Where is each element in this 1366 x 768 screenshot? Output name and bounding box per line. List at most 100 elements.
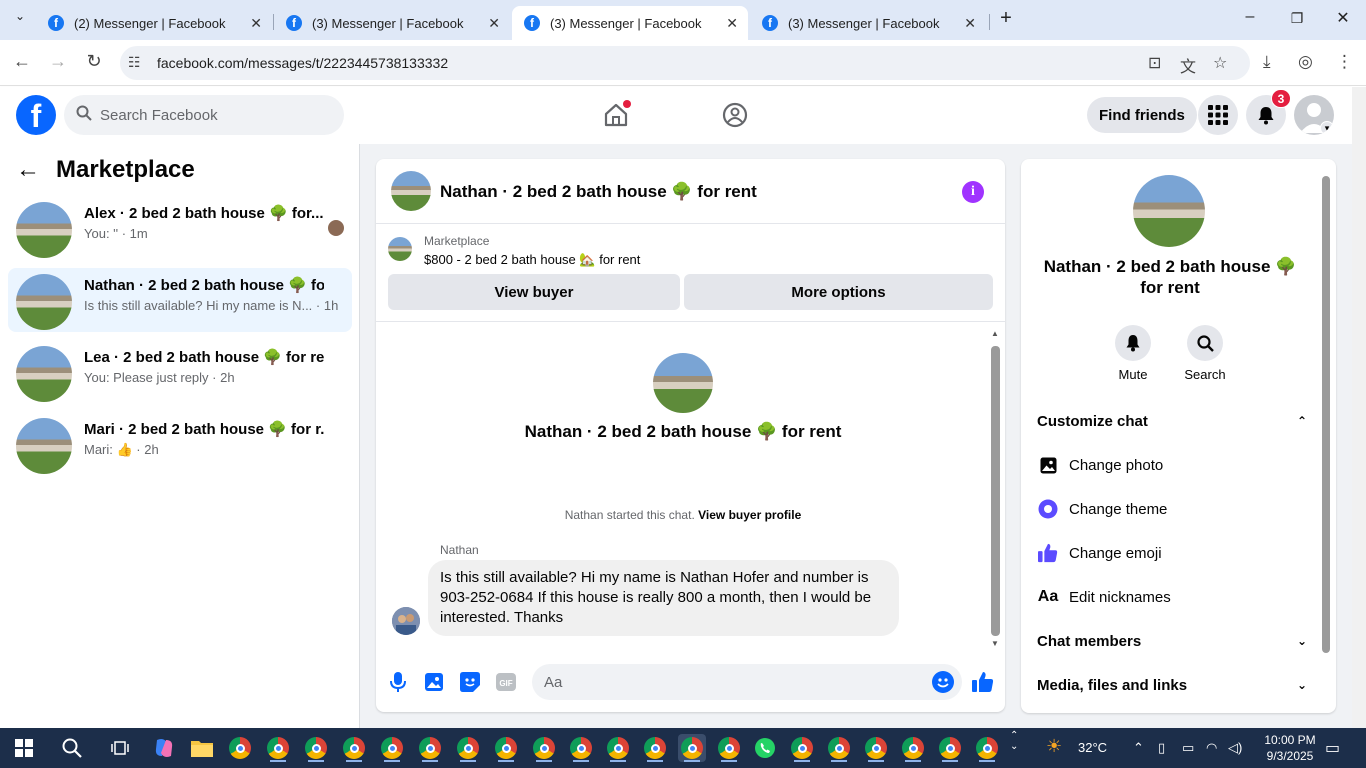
tab-search-chevron-icon[interactable]: ⌄: [5, 9, 35, 23]
tab-close-icon[interactable]: ✕: [250, 15, 262, 32]
taskbar-clock[interactable]: 10:00 PM 9/3/2025: [1255, 732, 1325, 764]
chat-title[interactable]: Nathan · 2 bed 2 bath house 🌳 for rent: [440, 182, 757, 202]
listing-title[interactable]: $800 - 2 bed 2 bath house 🏡 for rent: [424, 252, 640, 268]
omnibox[interactable]: ☷ facebook.com/messages/t/22234457381333…: [120, 46, 1250, 80]
thumbs-up-icon[interactable]: [972, 671, 994, 693]
taskbar-search-icon[interactable]: [58, 734, 86, 762]
media-files-section[interactable]: Media, files and links ⌄: [1037, 665, 1307, 705]
details-scrollbar[interactable]: [1322, 164, 1330, 708]
facebook-search-box[interactable]: [64, 95, 344, 135]
browser-tab-2[interactable]: f (3) Messenger | Facebook ✕: [274, 6, 510, 40]
profile-icon[interactable]: ◎: [1298, 52, 1313, 72]
home-icon[interactable]: [601, 100, 631, 130]
downloads-icon[interactable]: ⤓: [1263, 52, 1271, 72]
scroll-up-arrow-icon[interactable]: ▲: [991, 329, 999, 338]
chrome-profile-icon[interactable]: [567, 734, 595, 762]
minimize-icon[interactable]: –: [1235, 8, 1265, 26]
microphone-icon[interactable]: [387, 671, 409, 693]
scrollbar-thumb[interactable]: [991, 346, 1000, 636]
browser-tab-3-active[interactable]: f (3) Messenger | Facebook ✕: [512, 6, 748, 40]
tab-close-icon[interactable]: ✕: [964, 15, 976, 32]
edit-nicknames-item[interactable]: Aa Edit nicknames: [1037, 577, 1307, 617]
page-scrollbar[interactable]: [1352, 87, 1366, 728]
gif-icon[interactable]: GIF: [495, 671, 517, 693]
chrome-profile-icon[interactable]: [530, 734, 558, 762]
browser-tab-1[interactable]: f (2) Messenger | Facebook ✕: [36, 6, 272, 40]
chrome-icon[interactable]: [226, 734, 254, 762]
search-action[interactable]: Search: [1175, 325, 1235, 382]
customize-chat-section[interactable]: Customize chat ⌃: [1037, 401, 1307, 441]
scrollbar-thumb[interactable]: [1322, 176, 1330, 653]
message-input-box[interactable]: [532, 664, 962, 700]
whatsapp-icon[interactable]: [751, 734, 779, 762]
chrome-profile-icon[interactable]: [641, 734, 669, 762]
facebook-logo-icon[interactable]: f: [16, 95, 56, 135]
chrome-profile-icon[interactable]: [788, 734, 816, 762]
change-emoji-item[interactable]: Change emoji: [1037, 533, 1307, 573]
chrome-profile-icon[interactable]: [340, 734, 368, 762]
chrome-profile-icon[interactable]: [492, 734, 520, 762]
change-photo-item[interactable]: Change photo: [1037, 445, 1307, 485]
menu-grid-icon[interactable]: [1198, 95, 1238, 135]
search-input[interactable]: [100, 106, 320, 124]
forward-arrow-icon[interactable]: →: [46, 51, 70, 72]
tab-close-icon[interactable]: ✕: [726, 15, 738, 32]
temperature-text[interactable]: 32°C: [1078, 740, 1107, 755]
listing-thumbnail[interactable]: [388, 237, 412, 261]
translate-icon[interactable]: 文: [1180, 53, 1196, 77]
groups-icon[interactable]: [720, 100, 750, 130]
window-close-icon[interactable]: ✕: [1328, 8, 1358, 28]
chrome-profile-icon[interactable]: [454, 734, 482, 762]
site-info-icon[interactable]: ☷: [128, 54, 141, 71]
weather-icon[interactable]: ☀: [1046, 736, 1062, 757]
chrome-profile-icon[interactable]: [604, 734, 632, 762]
task-view-icon[interactable]: [106, 734, 134, 762]
chrome-profile-icon[interactable]: [862, 734, 890, 762]
message-bubble[interactable]: Is this still available? Hi my name is N…: [428, 560, 899, 636]
wifi-icon[interactable]: ◠: [1206, 740, 1217, 756]
volume-icon[interactable]: ◁): [1228, 740, 1242, 756]
chrome-profile-icon[interactable]: [378, 734, 406, 762]
conversation-item[interactable]: Alex · 2 bed 2 bath house 🌳 for... You: …: [8, 196, 352, 260]
message-input[interactable]: [544, 673, 904, 691]
windows-start-icon[interactable]: [10, 734, 38, 762]
chrome-profile-icon[interactable]: [973, 734, 1001, 762]
chrome-profile-icon[interactable]: [264, 734, 292, 762]
browser-tab-4[interactable]: f (3) Messenger | Facebook ✕: [750, 6, 986, 40]
info-icon[interactable]: i: [962, 181, 984, 203]
new-tab-plus-icon[interactable]: +: [991, 7, 1021, 30]
mute-bell-icon[interactable]: [1115, 325, 1151, 361]
chrome-profile-icon[interactable]: [936, 734, 964, 762]
more-options-button[interactable]: More options: [684, 274, 993, 310]
restore-icon[interactable]: ❐: [1282, 10, 1312, 27]
copilot-icon[interactable]: [150, 734, 178, 762]
chrome-profile-icon[interactable]: [825, 734, 853, 762]
sender-avatar[interactable]: [392, 607, 420, 635]
file-explorer-icon[interactable]: [188, 734, 216, 762]
details-avatar[interactable]: [1133, 175, 1205, 247]
chat-members-section[interactable]: Chat members ⌄: [1037, 621, 1307, 661]
change-theme-item[interactable]: Change theme: [1037, 489, 1307, 529]
mute-action[interactable]: Mute: [1103, 325, 1163, 382]
reload-icon[interactable]: ↻: [82, 51, 106, 72]
bookmark-star-icon[interactable]: ☆: [1213, 53, 1227, 73]
conversation-item-selected[interactable]: Nathan · 2 bed 2 bath house 🌳 fo... Is t…: [8, 268, 352, 332]
find-friends-button[interactable]: Find friends: [1087, 97, 1197, 133]
taskbar-scroll-icon[interactable]: ⌃ ⌄: [1010, 730, 1018, 752]
back-arrow-icon[interactable]: ←: [10, 51, 34, 72]
tab-close-icon[interactable]: ✕: [488, 15, 500, 32]
chrome-profile-icon[interactable]: [899, 734, 927, 762]
chrome-profile-icon[interactable]: [416, 734, 444, 762]
view-buyer-profile-link[interactable]: View buyer profile: [698, 508, 801, 522]
emoji-icon[interactable]: [932, 671, 954, 693]
url-text[interactable]: facebook.com/messages/t/2223445738133332: [157, 55, 448, 71]
chrome-profile-active-icon[interactable]: [678, 734, 706, 762]
menu-kebab-icon[interactable]: ⋮: [1336, 52, 1353, 72]
notification-center-icon[interactable]: ▭: [1325, 738, 1340, 758]
photo-icon[interactable]: [423, 671, 445, 693]
conversation-item[interactable]: Mari · 2 bed 2 bath house 🌳 for r... Mar…: [8, 412, 352, 476]
search-icon[interactable]: [1187, 325, 1223, 361]
back-arrow-icon[interactable]: ←: [16, 156, 40, 184]
view-buyer-button[interactable]: View buyer: [388, 274, 680, 310]
conversation-item[interactable]: Lea · 2 bed 2 bath house 🌳 for rent You:…: [8, 340, 352, 404]
